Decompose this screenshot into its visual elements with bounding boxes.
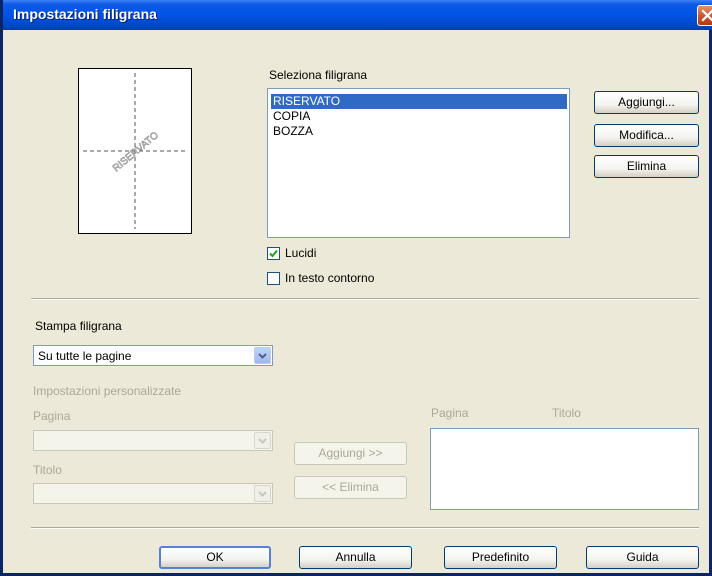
transparent-label: Lucidi (285, 246, 317, 260)
add-page-button[interactable]: Aggiungi >> (294, 442, 407, 465)
chevron-down-icon[interactable] (254, 347, 271, 364)
print-watermark-dropdown[interactable]: Su tutte le pagine (33, 345, 273, 366)
print-watermark-value: Su tutte le pagine (38, 349, 132, 363)
chevron-down-icon[interactable] (254, 485, 271, 502)
custom-settings-label: Impostazioni personalizzate (33, 384, 182, 398)
page-label: Pagina (33, 409, 71, 423)
list-item[interactable]: COPIA (271, 109, 567, 124)
separator (31, 298, 699, 300)
title-dropdown[interactable] (33, 483, 273, 504)
select-watermark-label: Seleziona filigrana (269, 68, 368, 82)
remove-page-button[interactable]: << Elimina (294, 476, 407, 499)
close-button[interactable] (697, 5, 712, 26)
delete-watermark-button[interactable]: Elimina (594, 155, 699, 178)
custom-pages-list[interactable] (430, 428, 699, 510)
page-dropdown[interactable] (33, 430, 273, 451)
transparent-checkbox[interactable] (267, 247, 280, 260)
outline-checkbox[interactable] (267, 272, 280, 285)
watermark-listbox[interactable]: RISERVATO COPIA BOZZA (267, 88, 570, 238)
title-bar[interactable]: Impostazioni filigrana (3, 0, 712, 30)
list-item[interactable]: RISERVATO (271, 94, 567, 109)
edit-watermark-button[interactable]: Modifica... (594, 124, 699, 147)
default-button[interactable]: Predefinito (444, 546, 557, 569)
ok-button[interactable]: OK (159, 546, 271, 569)
preview-watermark-text: RISERVATO (111, 130, 161, 175)
watermark-preview: RISERVATO (78, 68, 192, 234)
list-header-page: Pagina (431, 406, 469, 420)
help-button[interactable]: Guida (586, 546, 699, 569)
separator (31, 527, 699, 529)
window-title: Impostazioni filigrana (13, 6, 157, 22)
title-label: Titolo (33, 463, 62, 477)
dialog-window: Impostazioni filigrana RISERVATO Selezio… (0, 0, 712, 576)
cancel-button[interactable]: Annulla (299, 546, 412, 569)
chevron-down-icon[interactable] (254, 432, 271, 449)
list-item[interactable]: BOZZA (271, 124, 567, 139)
add-watermark-button[interactable]: Aggiungi... (594, 91, 699, 114)
outline-label: In testo contorno (285, 271, 375, 285)
list-header-title: Titolo (552, 406, 581, 420)
print-watermark-label: Stampa filigrana (35, 319, 122, 333)
